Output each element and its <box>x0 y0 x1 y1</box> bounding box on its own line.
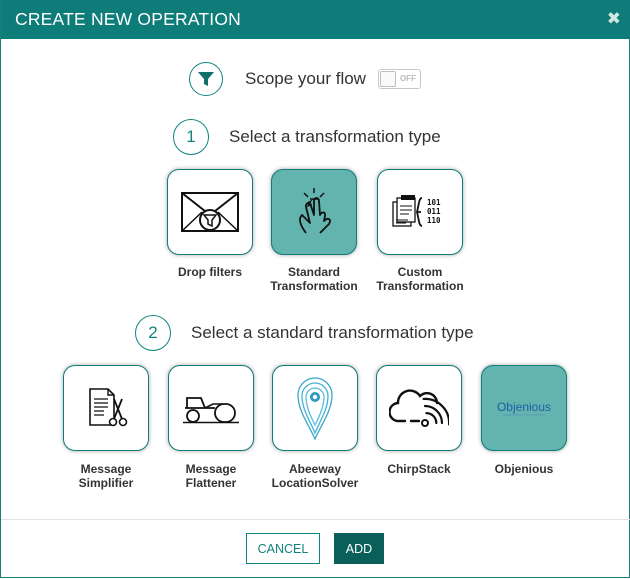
option-label: Abeeway LocationSolver <box>260 462 370 490</box>
code-documents-icon: 101 011 110 <box>392 195 441 227</box>
scope-toggle[interactable]: OFF <box>377 69 421 89</box>
option-label-line: Abeeway <box>288 462 342 476</box>
option-message-flattener[interactable] <box>168 365 254 451</box>
option-label: Standard Transformation <box>259 265 369 293</box>
option-label: ChirpStack <box>364 462 474 476</box>
step-1-label: Select a transformation type <box>229 127 441 146</box>
option-label-line: ChirpStack <box>387 462 451 476</box>
hand-touch-icon <box>299 188 331 234</box>
option-label: Message Simplifier <box>51 462 161 490</box>
option-chirpstack[interactable] <box>376 365 462 451</box>
option-label: Drop filters <box>155 265 265 279</box>
toggle-knob <box>379 71 396 87</box>
option-label-line: Message <box>80 462 132 476</box>
option-label-line: Objenious <box>494 462 554 476</box>
step-2-number: 2 <box>135 315 171 351</box>
option-label-line: Message <box>185 462 237 476</box>
filter-icon <box>189 62 223 96</box>
option-label-line: Custom <box>397 265 443 279</box>
option-custom-transformation[interactable]: 101 011 110 <box>377 169 463 255</box>
objenious-logo-text: Objenious <box>497 400 551 414</box>
svg-text:101: 101 <box>427 198 441 207</box>
scope-label: Scope your flow <box>245 69 366 88</box>
option-label-line: LocationSolver <box>271 476 359 490</box>
dialog-title: CREATE NEW OPERATION <box>15 9 242 29</box>
option-objenious[interactable]: Objenious <box>481 365 567 451</box>
create-operation-dialog: CREATE NEW OPERATION ✖ Scope your flow O… <box>0 0 630 578</box>
location-pin-icon <box>297 377 333 441</box>
cancel-button[interactable]: CANCEL <box>246 533 320 564</box>
objenious-logo: Objenious <box>497 400 551 416</box>
step-1-row: 1 Select a transformation type <box>173 119 441 155</box>
option-label-line: Simplifier <box>78 476 134 490</box>
option-label-line: Flattener <box>185 476 237 490</box>
option-label-line: Transformation <box>376 279 464 293</box>
svg-text:110: 110 <box>427 216 441 225</box>
svg-text:011: 011 <box>427 207 441 216</box>
option-abeeway-locationsolver[interactable] <box>272 365 358 451</box>
footer-divider <box>1 519 630 520</box>
option-message-simplifier[interactable] <box>63 365 149 451</box>
step-1-number: 1 <box>173 119 209 155</box>
road-roller-icon <box>183 397 239 424</box>
option-label: Objenious <box>469 462 579 476</box>
document-scissors-icon <box>89 388 128 427</box>
scope-row: Scope your flow OFF <box>189 60 421 98</box>
option-label-line: Drop filters <box>177 265 242 279</box>
envelope-filter-icon <box>181 192 239 232</box>
option-standard-transformation[interactable] <box>271 169 357 255</box>
toggle-state-label: OFF <box>399 74 416 83</box>
step-2-row: 2 Select a standard transformation type <box>135 315 474 351</box>
option-drop-filters[interactable] <box>167 169 253 255</box>
option-label: Message Flattener <box>156 462 266 490</box>
dialog-header: CREATE NEW OPERATION ✖ <box>1 0 630 39</box>
add-button[interactable]: ADD <box>334 533 384 564</box>
option-label-line: Transformation <box>270 279 358 293</box>
chirpstack-cloud-icon <box>389 389 449 427</box>
option-label: Custom Transformation <box>365 265 475 293</box>
close-icon[interactable]: ✖ <box>607 9 621 29</box>
step-2-label: Select a standard transformation type <box>191 323 474 342</box>
option-label-line: Standard <box>287 265 340 279</box>
